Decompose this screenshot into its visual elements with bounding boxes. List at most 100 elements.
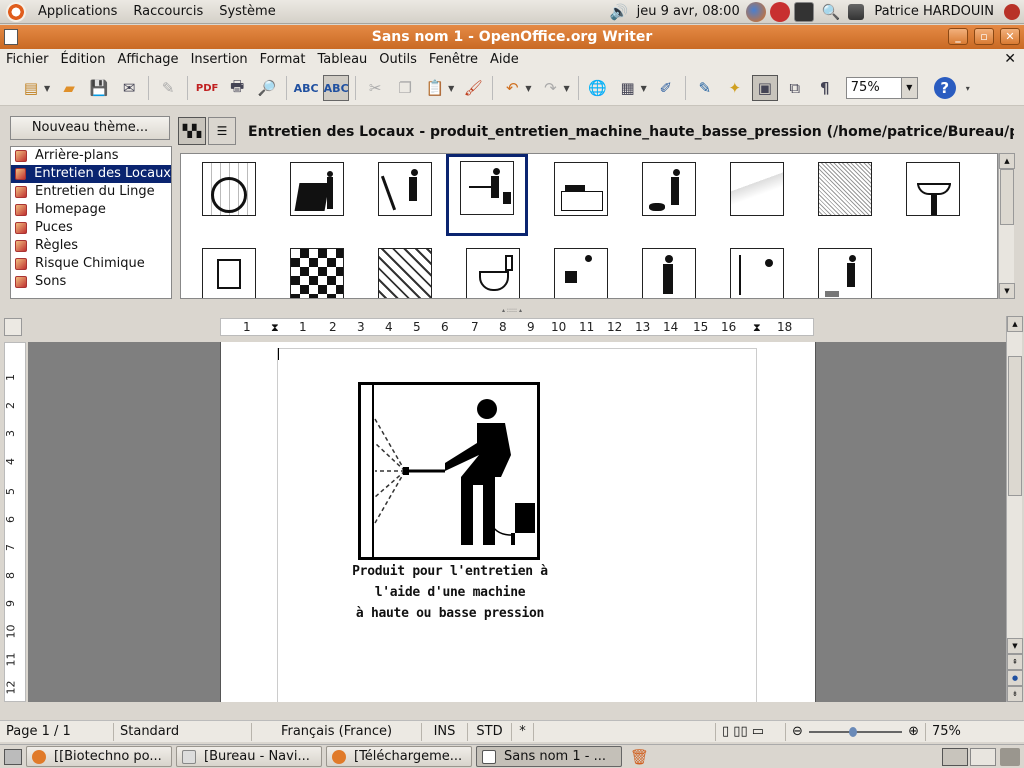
insert-mode[interactable]: INS	[422, 722, 468, 741]
menu-insertion[interactable]: Insertion	[185, 49, 254, 71]
scroll-down-icon[interactable]: ▼	[1007, 638, 1023, 654]
ubuntu-logo-icon[interactable]	[6, 1, 26, 22]
trash-icon[interactable]: 🗑	[630, 748, 649, 766]
task-button-active[interactable]: Sans nom 1 - ...	[476, 746, 622, 767]
gallery-thumbnail[interactable]	[453, 244, 533, 298]
zoom-slider[interactable]: ⊖ ⊕	[786, 722, 926, 741]
cut-icon[interactable]: ✂	[362, 75, 388, 101]
shortcuts-menu[interactable]: Raccourcis	[125, 0, 211, 24]
autospellcheck-icon[interactable]: ABC	[323, 75, 350, 101]
close-window-button[interactable]: ✕	[1000, 28, 1020, 45]
task-button[interactable]: [Téléchargeme...	[326, 746, 472, 767]
language-indicator[interactable]: Français (France)	[252, 722, 422, 741]
search-icon[interactable]: 🔍	[822, 3, 841, 21]
zoom-percentage[interactable]: 75%	[926, 723, 967, 741]
print-preview-icon[interactable]: 🔎	[254, 75, 280, 101]
paste-icon[interactable]: 📋	[422, 75, 448, 101]
icon-view-icon[interactable]: ▚▚	[178, 117, 206, 145]
workspace-switcher[interactable]	[970, 748, 996, 766]
horizontal-ruler[interactable]: 1 ⧗ 1 2 3 4 5 6 7 8 9 10 11 12 13 14 15 …	[220, 318, 814, 336]
theme-item[interactable]: Risque Chimique	[11, 255, 171, 273]
gallery-icon[interactable]: ▣	[751, 75, 778, 101]
power-icon[interactable]	[769, 2, 790, 22]
menu-affichage[interactable]: Affichage	[111, 49, 184, 71]
vertical-ruler[interactable]: 1 2 3 4 5 6 7 8 9 10 11 12	[4, 342, 26, 702]
redo-icon[interactable]: ↷	[537, 75, 563, 101]
task-button[interactable]: [Bureau - Navi...	[176, 746, 322, 767]
gallery-thumbnail[interactable]	[365, 158, 445, 238]
menu-format[interactable]: Format	[254, 49, 312, 71]
selection-mode[interactable]: STD	[468, 722, 512, 741]
format-paintbrush-icon[interactable]: 🖌	[460, 75, 486, 101]
gallery-thumbnail[interactable]	[189, 158, 269, 238]
page-style[interactable]: Standard	[114, 722, 252, 741]
save-icon[interactable]: 💾	[86, 75, 112, 101]
menu-edition[interactable]: Édition	[55, 49, 112, 71]
gallery-thumbnail[interactable]	[629, 244, 709, 298]
terminal-icon[interactable]	[793, 2, 814, 22]
formatting-marks-icon[interactable]: ¶	[812, 75, 838, 101]
spellcheck-icon[interactable]: ABC	[293, 75, 319, 101]
new-dropdown-icon[interactable]: ▼	[44, 84, 50, 93]
volume-icon[interactable]: 🔊	[610, 3, 629, 21]
redo-dropdown-icon[interactable]: ▼	[563, 84, 569, 93]
gallery-thumbnail[interactable]	[541, 244, 621, 298]
zoom-out-icon[interactable]: ⊖	[792, 723, 803, 741]
task-button[interactable]: [[Biotechno po...	[26, 746, 172, 767]
menu-fenetre[interactable]: Fenêtre	[423, 49, 484, 71]
gallery-splitter[interactable]: ▴ ::::: ▴	[0, 307, 1024, 315]
scroll-up-icon[interactable]: ▲	[1007, 316, 1023, 332]
next-page-icon[interactable]: ⇟	[1007, 686, 1023, 702]
undo-dropdown-icon[interactable]: ▼	[525, 84, 531, 93]
zoom-select[interactable]: 75% ▼	[845, 77, 918, 99]
new-theme-button[interactable]: Nouveau thème...	[10, 116, 170, 140]
help-icon[interactable]: ?	[933, 77, 956, 99]
navigation-icon[interactable]: ●	[1007, 670, 1023, 686]
detail-view-icon[interactable]: ☰	[208, 117, 236, 145]
left-indent-icon[interactable]: ⧗	[271, 321, 279, 335]
menu-tableau[interactable]: Tableau	[311, 49, 373, 71]
navigator-icon[interactable]: ✦	[722, 75, 748, 101]
toolbar-overflow-icon[interactable]: ▾	[966, 84, 970, 93]
print-icon[interactable]: 🖶	[224, 75, 250, 101]
hyperlink-icon[interactable]: 🌐	[585, 75, 611, 101]
new-document-icon[interactable]: ▤	[18, 75, 44, 101]
copy-icon[interactable]: ❐	[392, 75, 418, 101]
window-menu-icon[interactable]	[4, 29, 18, 45]
pressure-cleaning-pictogram[interactable]	[358, 382, 540, 560]
find-replace-icon[interactable]: ✎	[692, 75, 718, 101]
theme-item[interactable]: Règles	[11, 237, 171, 255]
right-indent-icon[interactable]: ⧗	[753, 321, 761, 335]
gallery-thumbnail[interactable]	[365, 244, 445, 298]
document-scrollbar[interactable]: ▲ ▼ ⇞ ● ⇟	[1006, 316, 1023, 702]
table-icon[interactable]: ▦	[615, 75, 641, 101]
gallery-thumbnail[interactable]	[629, 158, 709, 238]
network-icon[interactable]	[848, 4, 865, 20]
table-dropdown-icon[interactable]: ▼	[641, 84, 647, 93]
gallery-thumbnail[interactable]	[277, 244, 357, 298]
scroll-down-icon[interactable]: ▼	[999, 283, 1015, 299]
shutdown-icon[interactable]	[1004, 4, 1020, 20]
gallery-thumbnail[interactable]	[893, 158, 973, 238]
user-name[interactable]: Patrice HARDOUIN	[866, 0, 1002, 24]
undo-icon[interactable]: ↶	[499, 75, 525, 101]
close-document-icon[interactable]: ✕	[1004, 51, 1016, 67]
edit-file-icon[interactable]: ✎	[155, 75, 181, 101]
maximize-button[interactable]: ▫	[974, 28, 994, 45]
theme-item[interactable]: Homepage	[11, 201, 171, 219]
gallery-thumbnail[interactable]	[541, 158, 621, 238]
gallery-thumbnail[interactable]	[189, 244, 269, 298]
show-desktop-icon[interactable]	[4, 748, 22, 765]
previous-page-icon[interactable]: ⇞	[1007, 654, 1023, 670]
theme-item[interactable]: Puces	[11, 219, 171, 237]
zoom-slider-thumb[interactable]	[848, 726, 857, 737]
page-indicator[interactable]: Page 1 / 1	[0, 722, 114, 741]
trash-applet-icon[interactable]	[1000, 748, 1020, 766]
menu-aide[interactable]: Aide	[484, 49, 525, 71]
view-layout-icons[interactable]: ▯ ▯▯ ▭	[716, 722, 786, 741]
firefox-icon[interactable]	[745, 2, 766, 22]
gallery-scrollbar[interactable]: ▲ ▼	[998, 153, 1015, 299]
email-icon[interactable]: ✉	[116, 75, 142, 101]
theme-list[interactable]: Arrière-plans Entretien des Locaux Entre…	[10, 146, 172, 299]
theme-item[interactable]: Sons	[11, 273, 171, 291]
